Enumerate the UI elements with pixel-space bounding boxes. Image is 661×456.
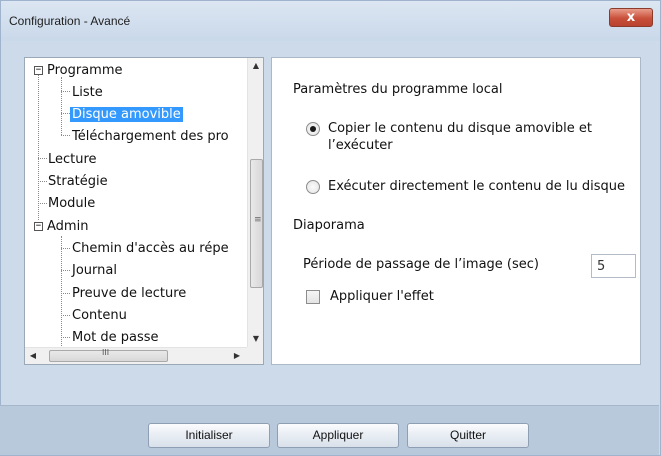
tree-item-preuve-lecture[interactable]: Preuve de lecture xyxy=(72,284,186,304)
title-bar[interactable]: Configuration - Avancé x xyxy=(1,1,660,41)
grip-icon: ≡ xyxy=(254,215,262,225)
tree-item-label: Programme xyxy=(47,63,123,78)
tree-horizontal-scrollbar[interactable]: ◀ III ▶ xyxy=(25,347,247,364)
option-execute-directly[interactable]: Exécuter directement le contenu de lu di… xyxy=(306,178,625,195)
tree-item-label: Disque amovible xyxy=(70,107,183,122)
tree-connector xyxy=(38,203,47,204)
window-title: Configuration - Avancé xyxy=(9,14,131,28)
reset-button[interactable]: Initialiser xyxy=(148,423,270,448)
settings-panel xyxy=(271,57,641,365)
tree-item-admin[interactable]: Admin xyxy=(47,217,88,237)
apply-effect-label: Appliquer l'effet xyxy=(330,289,434,304)
tree-connector xyxy=(38,181,47,182)
tree-connector xyxy=(61,113,70,114)
tree-connector xyxy=(61,236,62,346)
tree-connector xyxy=(61,337,70,338)
tree-connector xyxy=(38,158,47,159)
tree-item-label: Contenu xyxy=(72,308,127,323)
copy-radio-button[interactable] xyxy=(306,122,320,136)
tree-item-label: Stratégie xyxy=(48,174,108,189)
scroll-left-icon[interactable]: ◀ xyxy=(25,348,41,364)
tree-connector xyxy=(38,75,39,220)
tree-item-disque-amovible[interactable]: Disque amovible xyxy=(70,105,183,125)
tree-connector xyxy=(61,77,62,135)
tree-item-liste[interactable]: Liste xyxy=(72,83,103,103)
tree-connector xyxy=(61,135,70,136)
tree-connector xyxy=(61,248,70,249)
tree-item-label: Journal xyxy=(72,263,117,278)
tree-item-mot-de-passe[interactable]: Mot de passe xyxy=(72,328,159,347)
apply-effect-option[interactable]: Appliquer l'effet xyxy=(306,289,434,304)
option-copy-and-execute[interactable]: Copier le contenu du disque amovible et … xyxy=(306,120,592,154)
tree-item-contenu[interactable]: Contenu xyxy=(72,306,127,326)
tree-item-chemin-acces[interactable]: Chemin d'accès au répe xyxy=(72,239,229,259)
tree-item-label: Téléchargement des pro xyxy=(72,129,229,144)
horizontal-scroll-thumb[interactable]: III xyxy=(49,348,168,362)
tree-item-strategie[interactable]: Stratégie xyxy=(48,172,108,192)
tree-item-label: Liste xyxy=(72,85,103,100)
vertical-scroll-thumb[interactable]: ≡ xyxy=(250,159,263,288)
image-period-label: Période de passage de l’image (sec) xyxy=(303,257,539,272)
apply-effect-checkbox[interactable] xyxy=(306,289,320,304)
settings-tree: − − Programme Liste Disque amovible Télé… xyxy=(24,57,264,365)
tree-item-label: Module xyxy=(48,196,96,211)
option-execute-label: Exécuter directement le contenu de lu di… xyxy=(328,179,626,194)
tree-vertical-scrollbar[interactable]: ▲ ≡ ▼ xyxy=(247,58,263,347)
option-copy-label-line2: l’exécuter xyxy=(328,138,393,153)
image-period-input[interactable] xyxy=(591,254,636,278)
collapse-icon-programme[interactable]: − xyxy=(34,66,43,75)
tree-connector xyxy=(61,91,70,92)
option-copy-label: Copier le contenu du disque amovible et … xyxy=(328,120,592,154)
close-icon: x xyxy=(626,10,636,25)
tree-item-module[interactable]: Module xyxy=(48,194,95,214)
tree-item-label: Chemin d'accès au répe xyxy=(72,241,229,256)
scrollbar-corner xyxy=(247,347,263,364)
quit-button[interactable]: Quitter xyxy=(407,423,529,448)
grip-icon: III xyxy=(102,348,110,357)
execute-radio-button[interactable] xyxy=(306,180,320,194)
tree-connector xyxy=(61,315,70,316)
tree-connector xyxy=(61,293,70,294)
tree-item-label: Preuve de lecture xyxy=(72,286,187,301)
scroll-right-icon[interactable]: ▶ xyxy=(229,348,245,364)
slideshow-heading: Diaporama xyxy=(293,218,365,233)
tree-connector xyxy=(61,270,70,271)
tree-item-programme[interactable]: Programme xyxy=(47,61,123,81)
tree-item-label: Mot de passe xyxy=(72,330,159,345)
option-copy-label-line1: Copier le contenu du disque amovible et xyxy=(328,121,593,136)
tree-item-label: Admin xyxy=(47,219,89,234)
apply-button[interactable]: Appliquer xyxy=(277,423,399,448)
local-program-heading: Paramètres du programme local xyxy=(293,82,503,97)
scroll-up-icon[interactable]: ▲ xyxy=(248,58,263,74)
tree-item-label: Lecture xyxy=(48,152,97,167)
tree-item-lecture[interactable]: Lecture xyxy=(48,150,97,170)
close-button[interactable]: x xyxy=(609,8,653,27)
scroll-down-icon[interactable]: ▼ xyxy=(248,331,263,347)
tree-item-telechargement[interactable]: Téléchargement des pro xyxy=(72,127,229,147)
collapse-icon-admin[interactable]: − xyxy=(34,222,43,231)
tree-item-journal[interactable]: Journal xyxy=(72,261,117,281)
tree-content: − − Programme Liste Disque amovible Télé… xyxy=(25,58,247,347)
